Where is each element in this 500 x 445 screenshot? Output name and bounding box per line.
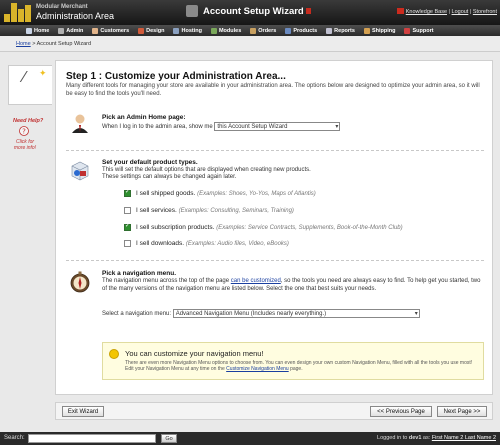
storefront-link[interactable]: Storefront xyxy=(473,9,497,15)
nav-modules[interactable]: Modules xyxy=(210,25,241,36)
help-icon xyxy=(396,8,404,14)
wizard-title: Account Setup Wizard xyxy=(203,6,304,17)
support-icon xyxy=(404,27,411,34)
services-checkbox[interactable] xyxy=(124,207,131,214)
person-icon xyxy=(72,114,88,133)
customize-link[interactable]: can be customized xyxy=(231,278,281,284)
tip-text: There are even more Navigation Menu opti… xyxy=(125,360,473,373)
customers-icon xyxy=(92,27,99,34)
nav-home[interactable]: Home xyxy=(26,25,49,36)
downloads-option: I sell downloads. (Examples: Audio files… xyxy=(136,240,289,247)
shipping-icon xyxy=(363,27,370,34)
compass-icon xyxy=(70,271,90,293)
star-icon: ✦ xyxy=(39,68,47,78)
go-button[interactable]: Go xyxy=(161,434,177,443)
breadcrumb: Home > Account Setup Wizard xyxy=(16,41,92,47)
admin-home-prompt: When I log in to the admin area, show me xyxy=(102,124,213,131)
nav-shipping[interactable]: Shipping xyxy=(363,25,395,36)
brand-name: Modular Merchant xyxy=(36,4,88,10)
product-box-icon xyxy=(71,161,89,181)
subscription-option: I sell subscription products. (Examples:… xyxy=(136,224,403,231)
wizard-panel: Step 1 : Customize your Administration A… xyxy=(55,60,493,395)
design-icon xyxy=(138,27,145,34)
exit-wizard-button[interactable]: Exit Wizard xyxy=(62,406,104,417)
admin-home-row: When I log in to the admin area, show me… xyxy=(102,122,341,132)
admin-home-title: Pick an Admin Home page: xyxy=(102,114,186,121)
nav-support[interactable]: Support xyxy=(404,25,434,36)
wizard-icon xyxy=(186,5,198,17)
product-types-desc2: These settings can always be changed aga… xyxy=(102,174,237,180)
admin-icon xyxy=(58,27,65,34)
breadcrumb-current: Account Setup Wizard xyxy=(36,41,92,47)
breadcrumb-bar: Home > Account Setup Wizard xyxy=(0,36,500,52)
main-nav: Home Admin Customers Design Hosting Modu… xyxy=(0,25,500,36)
admin-home-select[interactable]: this Account Setup Wizard xyxy=(214,122,341,131)
footer-bar: Search: Go Logged in to dev1 as: First N… xyxy=(0,432,500,445)
login-status: Logged in to dev1 as: First Name 2 Last … xyxy=(377,435,496,441)
nav-orders[interactable]: Orders xyxy=(250,25,276,36)
nav-admin[interactable]: Admin xyxy=(58,25,83,36)
products-icon xyxy=(285,27,292,34)
divider xyxy=(66,260,484,261)
home-icon xyxy=(26,27,32,34)
previous-page-button[interactable]: << Previous Page xyxy=(370,406,432,417)
nav-products[interactable]: Products xyxy=(285,25,317,36)
user-name-link[interactable]: First Name 2 Last Name 2 xyxy=(432,435,496,441)
search-label: Search: xyxy=(4,435,25,441)
hosting-icon xyxy=(173,27,180,34)
nav-design[interactable]: Design xyxy=(138,25,164,36)
modules-icon xyxy=(210,27,217,34)
reports-icon xyxy=(326,27,333,34)
help-link[interactable]: Click for more info! xyxy=(12,139,38,152)
step-description: Many different tools for managing your s… xyxy=(66,83,480,97)
step-title: Step 1 : Customize your Administration A… xyxy=(66,71,286,82)
nav-hosting[interactable]: Hosting xyxy=(173,25,202,36)
shipped-goods-option: I sell shipped goods. (Examples: Shoes, … xyxy=(136,190,316,197)
lightbulb-icon xyxy=(109,349,119,359)
tip-title: You can customize your navigation menu! xyxy=(125,349,264,358)
brand-subtitle: Administration Area xyxy=(36,11,115,21)
orders-icon xyxy=(250,27,257,34)
need-help-label: Need Help? xyxy=(13,118,44,124)
divider xyxy=(66,150,484,151)
services-option: I sell services. (Examples: Consulting, … xyxy=(136,207,294,214)
nav-menu-select-row: Select a navigation menu: Advanced Navig… xyxy=(102,309,420,319)
product-types-title: Set your default product types. xyxy=(102,159,198,166)
header-links: Knowledge Base | Logout | Storefront xyxy=(396,8,497,15)
sidebar-wizard-tab: ⁄ ✦ xyxy=(8,65,52,105)
tip-box: You can customize your navigation menu! … xyxy=(102,342,484,380)
top-header: Modular Merchant Administration Area Acc… xyxy=(0,0,500,25)
nav-customers[interactable]: Customers xyxy=(92,25,129,36)
nav-reports[interactable]: Reports xyxy=(326,25,355,36)
magic-wand-icon: ⁄ xyxy=(23,69,26,86)
next-page-button[interactable]: Next Page >> xyxy=(437,406,487,417)
shipped-goods-checkbox[interactable] xyxy=(124,188,131,197)
modular-merchant-logo[interactable] xyxy=(4,3,32,22)
nav-menu-select-label: Select a navigation menu: xyxy=(102,311,172,318)
nav-menu-desc: The navigation menu across the top of th… xyxy=(102,278,481,292)
knowledge-base-link[interactable]: Knowledge Base xyxy=(406,9,447,15)
flag-icon xyxy=(306,8,311,14)
breadcrumb-home[interactable]: Home xyxy=(16,41,31,47)
nav-menu-select[interactable]: Advanced Navigation Menu (Includes nearl… xyxy=(172,309,420,318)
account-name: dev1 xyxy=(408,435,422,441)
logout-link[interactable]: Logout xyxy=(452,9,469,15)
subscription-checkbox[interactable] xyxy=(124,222,131,231)
svg-text:?: ? xyxy=(22,128,26,136)
wizard-buttons: Exit Wizard << Previous Page Next Page >… xyxy=(55,402,493,420)
nav-menu-title: Pick a navigation menu. xyxy=(102,270,177,277)
downloads-checkbox[interactable] xyxy=(124,240,131,247)
search-input[interactable] xyxy=(28,434,156,443)
customize-nav-link[interactable]: Customize Navigation Menu xyxy=(226,366,289,372)
question-icon[interactable]: ? xyxy=(19,126,29,136)
